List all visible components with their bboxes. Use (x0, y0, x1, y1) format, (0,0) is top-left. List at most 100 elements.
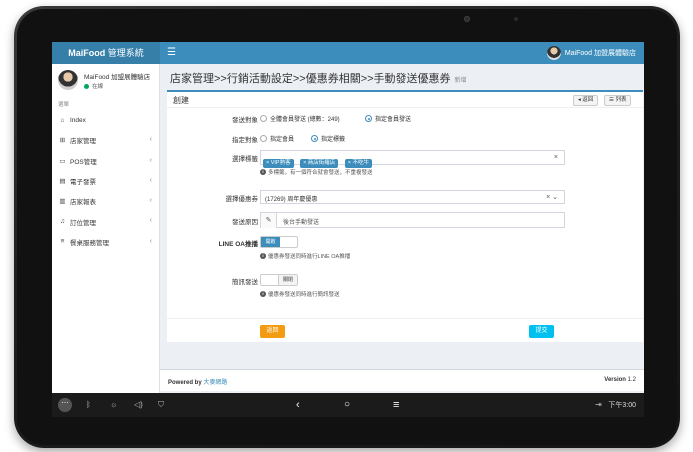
pencil-icon: ✎ (261, 213, 277, 228)
tags-label: 選擇標籤 (232, 156, 258, 163)
user-status-text: 在線 (92, 84, 104, 90)
radio-circle (260, 135, 267, 142)
powered-by: Powered by 大麥網路 (168, 377, 227, 386)
page-title: 店家管理>>行銷活動設定>>優惠券相關>>手動發送優惠券 新增 (170, 70, 467, 86)
list-button[interactable]: ☰ 列表 (604, 95, 632, 106)
box-header: 創建 ◂ 返回 ☰ 列表 (167, 92, 643, 108)
brand-logo[interactable]: MaiFood 管理系統 (52, 42, 160, 64)
line-oa-toggle[interactable]: 開啟 (260, 236, 298, 248)
box-title: 創建 (173, 96, 189, 105)
list-icon: ≡ (60, 238, 65, 246)
page-footer: Powered by 大麥網路 Version 1.2 (160, 369, 644, 391)
volume-icon[interactable]: ◁) (134, 399, 143, 411)
sidebar-item-label: Index (70, 116, 86, 124)
form-box: 創建 ◂ 返回 ☰ 列表 發送對象 全體會員發送 (總數：249) 指定會員發送… (167, 90, 643, 342)
user-panel: MaiFood 加盟展體驗店 在線 (52, 64, 160, 96)
tags-help: i 多標籤，有一個符合就會發送，不重複發送 (260, 168, 373, 176)
page-subtitle: 新增 (454, 78, 467, 84)
tag-chip[interactable]: × VIP熟客 (263, 159, 294, 168)
home-icon: ⌂ (60, 116, 65, 124)
user-menu[interactable]: MaiFood 加盟展體驗店 (546, 45, 636, 61)
bluetooth-icon[interactable]: ᛒ (86, 399, 91, 411)
monitor-icon: ▭ (59, 157, 66, 165)
avatar (546, 46, 561, 60)
reason-input[interactable]: ✎ 後台手動發送 (260, 212, 565, 228)
radio-specific-tag[interactable]: 指定標籤 (311, 134, 345, 143)
tag-chip[interactable]: × 不吃牛 (344, 159, 373, 168)
sidebar-item-label: 店家管理 (70, 138, 96, 146)
sidebar-item-label: POS管理 (70, 158, 97, 166)
sms-help-text: 優惠券發送同時進行簡訊發送 (268, 292, 340, 298)
return-button[interactable]: 返回 (260, 325, 285, 338)
line-oa-help-text: 優惠券發送同時進行LINE OA推播 (268, 254, 351, 260)
sidebar-item-table-service[interactable]: ≡ 餐桌服務管理 ‹ (52, 232, 160, 252)
box-footer: 返回 提交 (167, 318, 643, 344)
sms-toggle[interactable]: 關閉 (260, 274, 298, 286)
submit-button[interactable]: 提交 (529, 325, 554, 338)
back-button[interactable]: ◂ 返回 (573, 95, 599, 106)
screen: MaiFood 管理系統 ☰ MaiFood 加盟展體驗店 MaiFood 加盟… (52, 42, 644, 417)
camera-icon (464, 16, 470, 22)
clear-icon[interactable]: × (554, 154, 558, 161)
sidebar-toggle-icon[interactable]: ☰ (167, 47, 176, 59)
sidebar-item-reports[interactable]: ▥ 店家報表 ‹ (52, 191, 160, 211)
sidebar-item-index[interactable]: ⌂ Index (52, 110, 160, 130)
radio-circle (311, 135, 318, 142)
info-icon: i (260, 253, 266, 259)
radio-all-members[interactable]: 全體會員發送 (總數：249) (260, 114, 340, 123)
toggle-off-label: 關閉 (278, 275, 297, 285)
avatar (58, 70, 78, 90)
bar-chart-icon: ▥ (59, 198, 66, 206)
radio-label: 指定會員發送 (375, 117, 412, 123)
chevron-left-icon: ‹ (149, 197, 152, 205)
radio-label: 全體會員發送 (總數：249) (270, 117, 340, 123)
home-nav-icon[interactable]: ○ (344, 397, 350, 413)
chevron-left-icon: ‹ (149, 237, 152, 245)
tags-help-text: 多標籤，有一個符合就會發送，不重複發送 (268, 170, 373, 176)
version-label: Version (604, 377, 626, 383)
reason-value: 後台手動發送 (283, 220, 320, 226)
send-target-label: 發送對象 (232, 117, 258, 124)
radio-specific-members[interactable]: 指定會員發送 (365, 114, 411, 123)
radio-specific-member[interactable]: 指定會員 (260, 134, 294, 143)
brand-rest: 管理系統 (105, 48, 144, 58)
sidebar-item-label: 店家報表 (70, 199, 96, 207)
sidebar-item-store[interactable]: ⊞ 店家管理 ‹ (52, 130, 160, 150)
exit-icon[interactable]: ⇥ (595, 399, 602, 411)
online-dot-icon (84, 83, 89, 89)
screenshot-icon[interactable]: ⛉ (158, 399, 164, 411)
back-nav-icon[interactable]: ‹ (296, 397, 300, 413)
invoice-icon: ▤ (59, 178, 66, 186)
menu-header: 選單 (58, 102, 70, 108)
info-icon: i (260, 169, 266, 175)
bell-icon: ♫ (60, 218, 65, 226)
powered-text: Powered by (168, 380, 204, 386)
line-oa-help: i 優惠券發送同時進行LINE OA推播 (260, 252, 350, 260)
info-icon: i (260, 291, 266, 297)
user-menu-name: MaiFood 加盟展體驗店 (564, 50, 636, 57)
sms-help: i 優惠券發送同時進行簡訊發送 (260, 290, 340, 298)
tag-chip[interactable]: × 商店街羅店 (300, 159, 339, 168)
sidebar-item-reservation[interactable]: ♫ 訂位管理 ‹ (52, 211, 160, 231)
version-number: 1.2 (627, 377, 636, 383)
radio-circle (260, 115, 267, 122)
recent-apps-icon[interactable]: ≡ (393, 397, 399, 413)
assign-target-label: 指定對象 (232, 137, 258, 144)
brightness-icon[interactable]: ☼ (110, 399, 117, 411)
coupon-value: (17269) 周年慶優惠 (265, 197, 318, 203)
sidebar-menu: ⌂ Index ⊞ 店家管理 ‹ ▭ POS管理 ‹ ▤ 電子發票 ‹ ▥ 店家報表 ‹ ♫ 訂位管… (52, 110, 160, 252)
sidebar-item-label: 電子發票 (70, 179, 96, 187)
android-nav-bar: ⋯ ᛒ ☼ ◁) ⛉ ‹ ○ ≡ ⇥ 下午3:00 (52, 393, 644, 417)
clear-dropdown-icon[interactable]: × ⌄ (546, 193, 558, 201)
sidebar-item-label: 餐桌服務管理 (70, 239, 109, 247)
brand-bold: MaiFood (68, 48, 106, 58)
sidebar-item-pos[interactable]: ▭ POS管理 ‹ (52, 151, 160, 171)
more-icon[interactable]: ⋯ (58, 398, 72, 412)
company-link[interactable]: 大麥網路 (203, 380, 227, 386)
coupon-select[interactable]: (17269) 周年慶優惠 × ⌄ (260, 190, 565, 204)
sidebar-item-invoice[interactable]: ▤ 電子發票 ‹ (52, 171, 160, 191)
coupon-label: 選擇優惠券 (225, 196, 259, 203)
tags-select[interactable]: × VIP熟客 × 商店街羅店 × 不吃牛 × (260, 150, 565, 168)
radio-label: 指定標籤 (321, 137, 346, 143)
chevron-left-icon: ‹ (149, 217, 152, 225)
